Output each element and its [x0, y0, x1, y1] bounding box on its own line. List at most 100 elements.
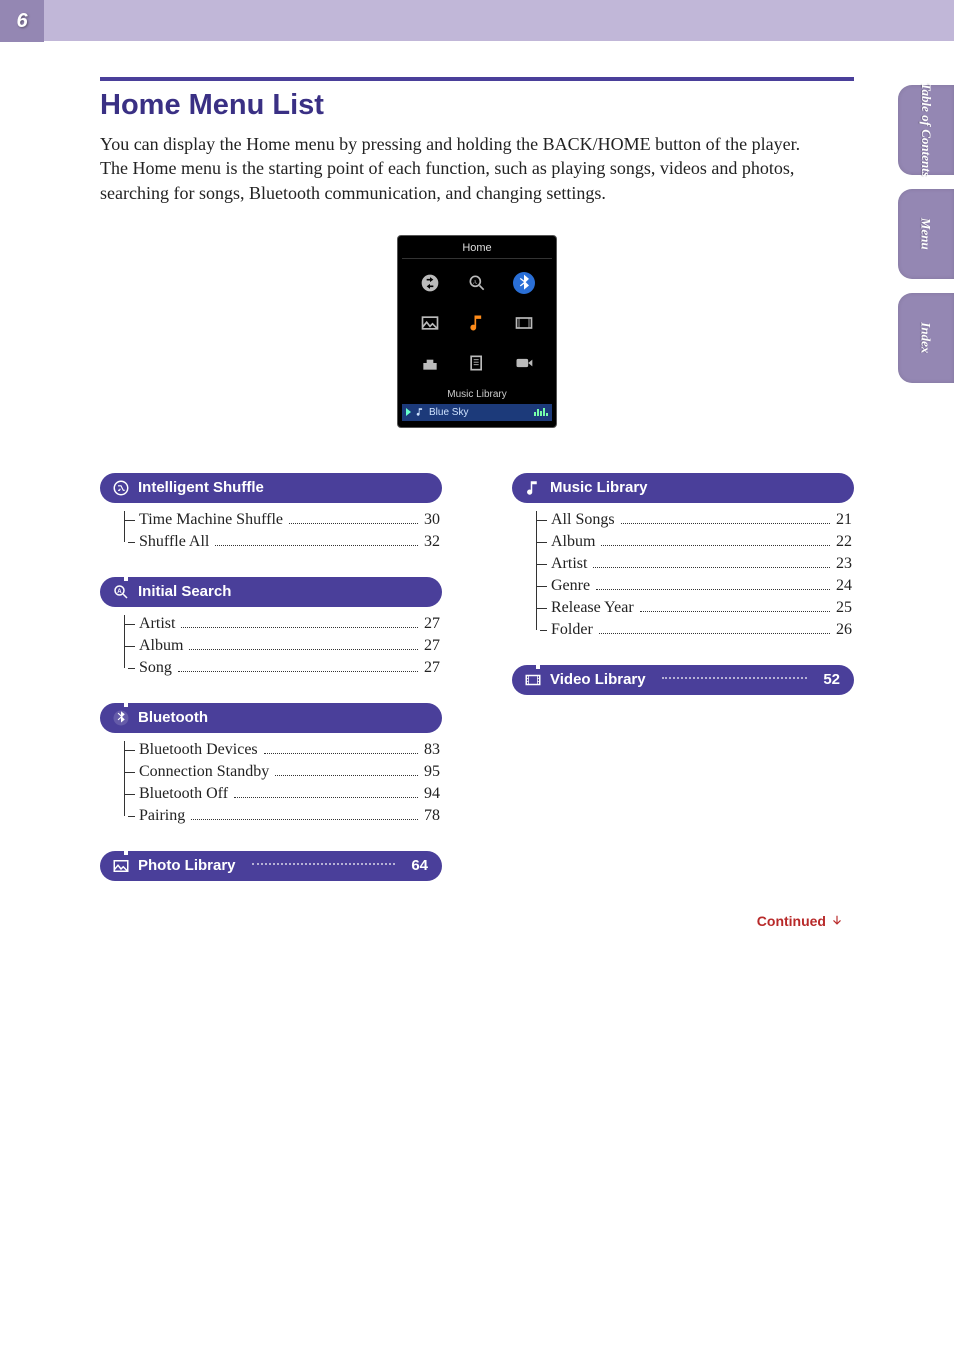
toc-page: 27: [424, 659, 440, 677]
device-now-playing: Blue Sky: [402, 404, 552, 421]
toc-label: Artist: [551, 555, 587, 573]
section-title: Music Library: [550, 479, 648, 496]
top-band: 6: [0, 0, 954, 42]
toc-label: Album: [551, 533, 595, 551]
toc-row[interactable]: Bluetooth Off 94: [125, 785, 440, 803]
section-header[interactable]: A Initial Search: [100, 577, 442, 607]
music-icon: [524, 479, 542, 497]
toc-page: 83: [424, 741, 440, 759]
section-header[interactable]: Intelligent Shuffle: [100, 473, 442, 503]
svg-text:A: A: [117, 589, 122, 595]
bluetooth-icon: [503, 265, 546, 301]
shuffle-icon: [112, 479, 130, 497]
now-playing-title: Blue Sky: [429, 407, 468, 418]
nowplaying-icon: [503, 345, 546, 381]
device-selected-label: Music Library: [402, 387, 552, 404]
toc-row[interactable]: Album 22: [537, 533, 852, 551]
photo-icon: [408, 305, 451, 341]
toc-label: Genre: [551, 577, 590, 595]
mini-note-icon: [415, 407, 425, 417]
side-tabs: Table of Contents Menu Index: [898, 85, 954, 383]
toc-row[interactable]: Song27: [125, 659, 440, 677]
side-tab-toc[interactable]: Table of Contents: [898, 85, 954, 175]
toc-label: Album: [139, 637, 183, 655]
section-header-link[interactable]: Photo Library 64: [100, 851, 442, 881]
page-number: 6: [0, 0, 44, 42]
bluetooth-icon: [112, 709, 130, 727]
continued-link[interactable]: Continued: [0, 907, 954, 929]
toc-label: Release Year: [551, 599, 634, 617]
section-page: 64: [411, 857, 428, 874]
toc-label: Bluetooth Off: [139, 785, 228, 803]
playlist-icon: [455, 345, 498, 381]
section-title: Video Library: [550, 671, 646, 688]
section-title: Intelligent Shuffle: [138, 479, 264, 496]
title-divider: [100, 77, 854, 81]
video-icon: [524, 671, 542, 689]
toc-page: 94: [424, 785, 440, 803]
toc-row[interactable]: Bluetooth Devices 83: [125, 741, 440, 759]
section-title: Initial Search: [138, 583, 231, 600]
equalizer-icon: [534, 408, 548, 416]
section-title: Bluetooth: [138, 709, 208, 726]
section-tree: Artist27Album27Song27: [124, 615, 440, 677]
toc-label: Shuffle All: [139, 533, 209, 551]
toc-row[interactable]: Artist 23: [537, 555, 852, 573]
toc-row[interactable]: Time Machine Shuffle 30: [125, 511, 440, 529]
side-tab-toc-label: Table of Contents: [919, 83, 933, 177]
toc-page: 24: [836, 577, 852, 595]
section-header[interactable]: Music Library: [512, 473, 854, 503]
toc-row[interactable]: Release Year 25: [537, 599, 852, 617]
search-icon: A: [455, 265, 498, 301]
side-tab-index[interactable]: Index: [898, 293, 954, 383]
toc-row[interactable]: Album 27: [125, 637, 440, 655]
toc-label: Bluetooth Devices: [139, 741, 258, 759]
section-tree: All Songs 21 Album 22 Artist 23 Genre 24 Release…: [536, 511, 852, 639]
side-tab-menu-label: Menu: [919, 218, 933, 250]
toc-row[interactable]: Shuffle All 32: [125, 533, 440, 551]
side-tab-menu[interactable]: Menu: [898, 189, 954, 279]
section-tree: Time Machine Shuffle 30 Shuffle All 32: [124, 511, 440, 551]
music-icon: [455, 305, 498, 341]
toc-page: 32: [424, 533, 440, 551]
toc-page: 22: [836, 533, 852, 551]
toc-row[interactable]: Pairing 78: [125, 807, 440, 825]
settings-icon: [408, 345, 451, 381]
svg-text:A: A: [473, 280, 478, 286]
toc-row[interactable]: Folder 26: [537, 621, 852, 639]
continued-label: Continued: [757, 913, 826, 929]
device-header: Home: [402, 240, 552, 259]
toc-page: 27: [424, 637, 440, 655]
device-screenshot: Home A Music Library Blue Sky: [0, 235, 954, 428]
toc-label: Connection Standby: [139, 763, 269, 781]
left-column: Intelligent Shuffle Time Machine Shuffle 3…: [100, 473, 442, 907]
toc-page: 78: [424, 807, 440, 825]
toc-row[interactable]: Genre 24: [537, 577, 852, 595]
section-title: Photo Library: [138, 857, 236, 874]
toc-label: Time Machine Shuffle: [139, 511, 283, 529]
toc-page: 27: [424, 615, 440, 633]
intro-text: You can display the Home menu by pressin…: [100, 132, 820, 205]
toc-page: 21: [836, 511, 852, 529]
toc-page: 23: [836, 555, 852, 573]
play-triangle-icon: [406, 408, 411, 416]
toc-page: 30: [424, 511, 440, 529]
page-title: Home Menu List: [100, 89, 854, 122]
toc-row[interactable]: All Songs 21: [537, 511, 852, 529]
toc-label: Artist: [139, 615, 175, 633]
photo-icon: [112, 857, 130, 875]
toc-label: All Songs: [551, 511, 615, 529]
section-header-link[interactable]: Video Library52: [512, 665, 854, 695]
toc-label: Pairing: [139, 807, 185, 825]
side-tab-index-label: Index: [919, 322, 933, 353]
toc-row[interactable]: Artist 27: [125, 615, 440, 633]
right-column: Music Library All Songs 21 Album 22 Artist 23 G…: [512, 473, 854, 907]
shuffle-icon: [408, 265, 451, 301]
section-header[interactable]: Bluetooth: [100, 703, 442, 733]
toc-page: 25: [836, 599, 852, 617]
toc-page: 26: [836, 621, 852, 639]
video-icon: [503, 305, 546, 341]
toc-row[interactable]: Connection Standby95: [125, 763, 440, 781]
toc-label: Folder: [551, 621, 593, 639]
down-arrow-icon: [830, 914, 844, 928]
